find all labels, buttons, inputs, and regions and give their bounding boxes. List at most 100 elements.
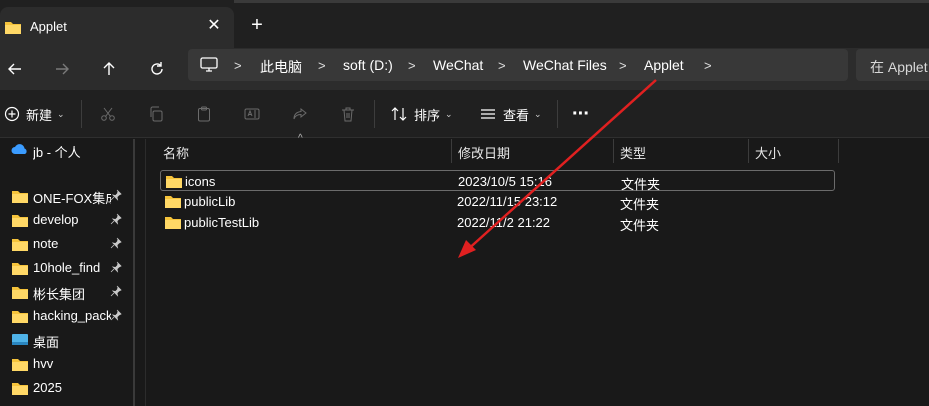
sidebar-item-binchang-group[interactable]: 彬长集团: [0, 281, 133, 303]
sidebar-item-develop[interactable]: develop: [0, 209, 133, 231]
folder-icon: [164, 215, 182, 233]
column-header-size[interactable]: 大小: [755, 143, 781, 162]
sidebar-item-onedrive[interactable]: jb - 个人: [0, 139, 133, 161]
folder-icon: [11, 357, 29, 375]
file-row-publictestlib[interactable]: publicTestLib 2022/11/2 21:22 文件夹: [160, 212, 835, 233]
share-icon: [293, 107, 307, 120]
cut-button[interactable]: [100, 102, 116, 126]
paste-button[interactable]: [196, 102, 212, 126]
up-button[interactable]: [94, 54, 124, 84]
file-modified: 2022/11/2 21:22: [457, 215, 551, 230]
title-bar: Applet ✕ +: [0, 0, 929, 48]
file-row-publiclib[interactable]: publicLib 2022/11/15 23:12 文件夹: [160, 191, 835, 212]
view-button[interactable]: 查看 ⌄: [479, 102, 542, 126]
folder-icon: [4, 20, 22, 38]
folder-icon: [11, 285, 29, 303]
pin-icon: [110, 213, 122, 228]
pin-icon: [110, 189, 122, 204]
breadcrumb-soft-d[interactable]: soft (D:): [343, 57, 393, 73]
folder-icon: [164, 194, 182, 212]
folder-icon: [11, 189, 29, 207]
pin-icon: [110, 261, 122, 276]
close-icon[interactable]: ✕: [204, 16, 224, 36]
column-header-name[interactable]: 名称: [163, 143, 189, 162]
folder-icon: [11, 237, 29, 255]
sort-icon: [391, 107, 407, 121]
address-bar[interactable]: > 此电脑 > soft (D:) > WeChat > WeChat File…: [188, 49, 848, 81]
sidebar-item-note[interactable]: note: [0, 233, 133, 255]
new-tab-button[interactable]: +: [246, 14, 268, 36]
tab-applet[interactable]: Applet ✕: [0, 7, 234, 48]
view-list-icon: [481, 109, 495, 119]
navigation-pane: jb - 个人 ONE-FOX集成 develop note 10hole_fi…: [0, 139, 135, 406]
title-bar-accent: [234, 0, 929, 3]
sidebar-item-label: hacking_pack: [33, 308, 111, 323]
chevron-right-icon: >: [318, 58, 326, 73]
pin-icon: [110, 237, 122, 252]
column-divider[interactable]: [748, 139, 749, 163]
sidebar-item-label: hvv: [33, 356, 54, 371]
chevron-right-icon: >: [408, 58, 416, 73]
toolbar-divider: [374, 100, 375, 128]
back-button[interactable]: [0, 54, 30, 84]
computer-icon: [200, 57, 218, 76]
sidebar-item-hvv[interactable]: hvv: [0, 353, 133, 375]
sidebar-item-one-fox[interactable]: ONE-FOX集成: [0, 185, 133, 207]
sidebar-item-label: jb - 个人: [33, 145, 81, 160]
folder-icon: [165, 174, 183, 192]
file-type: 文件夹: [620, 218, 660, 233]
arrow-right-icon: [56, 63, 69, 75]
scissors-icon: [101, 107, 115, 121]
more-options-button[interactable]: ···: [572, 102, 590, 126]
column-header-type[interactable]: 类型: [620, 143, 646, 162]
forward-button[interactable]: [47, 54, 77, 84]
file-name: icons: [185, 174, 216, 189]
new-button[interactable]: 新建 ⌄: [4, 102, 65, 126]
sidebar-item-label: 2025: [33, 380, 62, 395]
sidebar-item-label: 彬长集团: [33, 287, 86, 302]
column-divider[interactable]: [451, 139, 452, 163]
sidebar-scrollbar[interactable]: [133, 139, 135, 406]
sidebar-item-label: 10hole_find: [33, 260, 101, 275]
breadcrumb-wechat[interactable]: WeChat: [433, 57, 483, 73]
sidebar-item-2025[interactable]: 2025: [0, 377, 133, 399]
sort-button[interactable]: 排序 ⌄: [390, 102, 453, 126]
search-input[interactable]: 在 Applet: [856, 49, 929, 81]
chevron-right-icon: >: [619, 58, 627, 73]
sort-label: 排序: [414, 107, 441, 123]
refresh-button[interactable]: [142, 54, 172, 84]
refresh-icon: [151, 62, 163, 75]
sidebar-item-10hole-find[interactable]: 10hole_find: [0, 257, 133, 279]
desktop-icon: [11, 333, 29, 350]
command-bar: 新建 ⌄ 排序 ⌄ 查看 ⌄ ···: [0, 90, 929, 138]
sidebar-item-desktop[interactable]: 桌面: [0, 329, 133, 351]
tab-title: Applet: [30, 19, 67, 34]
plus-circle-icon: [4, 106, 20, 122]
chevron-down-icon: ⌄: [534, 108, 542, 119]
file-row-icons[interactable]: icons 2023/10/5 15:16 文件夹: [160, 170, 835, 192]
delete-button[interactable]: [340, 102, 356, 126]
sidebar-item-hacking-pack[interactable]: hacking_pack: [0, 305, 133, 327]
file-modified: 2023/10/5 15:16: [458, 174, 552, 189]
trash-icon: [342, 107, 354, 122]
pin-icon: [110, 285, 122, 300]
file-type: 文件夹: [620, 197, 660, 212]
view-label: 查看: [503, 107, 530, 123]
breadcrumb-wechat-files[interactable]: WeChat Files: [523, 57, 607, 73]
folder-icon: [11, 213, 29, 231]
chevron-right-icon[interactable]: >: [704, 58, 712, 73]
new-label: 新建: [26, 107, 53, 123]
toolbar-divider: [557, 100, 558, 128]
rename-button[interactable]: [244, 102, 260, 126]
breadcrumb-applet[interactable]: Applet: [644, 57, 684, 73]
folder-icon: [11, 261, 29, 279]
column-header-modified[interactable]: 修改日期: [458, 143, 510, 162]
arrow-up-icon: [103, 62, 115, 75]
column-divider: [838, 139, 839, 163]
pin-icon: [110, 309, 122, 324]
copy-button[interactable]: [148, 102, 164, 126]
column-divider[interactable]: [613, 139, 614, 163]
folder-icon: [11, 309, 29, 327]
breadcrumb-this-pc[interactable]: 此电脑: [260, 57, 302, 77]
share-button[interactable]: [292, 102, 308, 126]
